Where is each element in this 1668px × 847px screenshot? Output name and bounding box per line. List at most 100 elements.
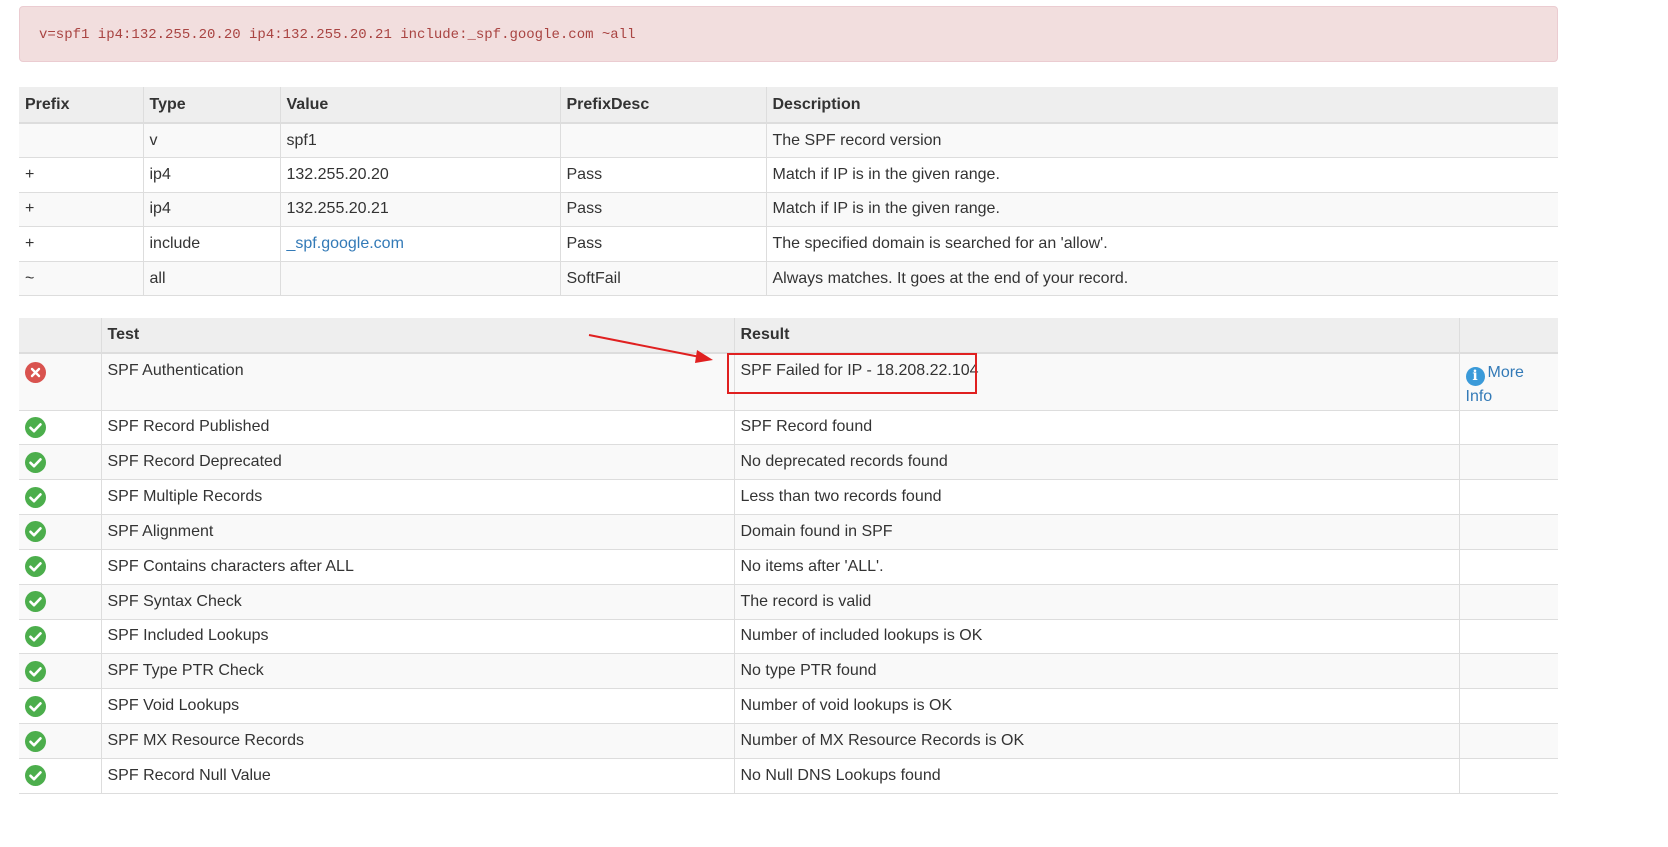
cell-test-result: Number of MX Resource Records is OK <box>733 723 1459 759</box>
header-result: Result <box>733 318 1459 354</box>
check-circle-icon <box>25 416 46 438</box>
cell-test-result: No deprecated records found <box>733 444 1459 481</box>
check-circle-icon <box>25 591 46 613</box>
header-type: Type <box>142 87 280 124</box>
header-description: Description <box>765 87 1558 124</box>
cell-test-name: SPF Multiple Records <box>100 479 734 516</box>
record-row: + include _spf.google.com Pass The speci… <box>19 226 1558 262</box>
cell-type: all <box>142 261 280 297</box>
test-row: SPF Multiple Records Less than two record… <box>19 479 1558 516</box>
record-row: + ip4 132.255.20.21 Pass Match if IP is … <box>19 192 1558 228</box>
cell-info <box>1458 410 1558 446</box>
cell-test-name: SPF MX Resource Records <box>100 723 734 759</box>
check-circle-icon <box>25 521 46 543</box>
cell-info <box>1458 688 1558 725</box>
header-status <box>19 318 101 354</box>
cell-status <box>19 653 101 690</box>
check-circle-icon <box>25 486 46 508</box>
cell-info <box>1458 584 1558 620</box>
cell-prefix-desc: Pass <box>559 226 766 262</box>
spf-record-table: Prefix Type Value PrefixDesc Description… <box>19 87 1558 297</box>
cell-prefix-desc: Pass <box>559 157 766 193</box>
cell-test-name: SPF Record Deprecated <box>100 444 734 481</box>
spf-record-text: v=spf1 ip4:132.255.20.20 ip4:132.255.20.… <box>39 27 636 43</box>
cell-prefix: + <box>19 192 143 228</box>
cell-test-name: SPF Type PTR Check <box>100 653 734 690</box>
check-circle-icon <box>25 730 46 752</box>
test-row: SPF Included Lookups Number of included l… <box>19 619 1558 655</box>
check-circle-icon <box>25 451 46 473</box>
cell-type: ip4 <box>142 192 280 228</box>
spf-record-box: v=spf1 ip4:132.255.20.20 ip4:132.255.20.… <box>19 6 1558 62</box>
cell-test-result: Domain found in SPF <box>733 514 1459 550</box>
record-row: ~ all SoftFail Always matches. It goes a… <box>19 261 1558 297</box>
cell-description: Always matches. It goes at the end of yo… <box>765 261 1558 297</box>
cell-status <box>19 353 101 411</box>
cell-value <box>279 261 560 297</box>
check-circle-icon <box>25 660 46 682</box>
header-prefix: Prefix <box>19 87 143 124</box>
cell-prefix <box>19 123 143 159</box>
more-info-link[interactable]: i More Info <box>1465 364 1524 405</box>
header-value: Value <box>279 87 560 124</box>
test-row: SPF Record Published SPF Record found <box>19 410 1558 446</box>
cell-test-result: The record is valid <box>733 584 1459 620</box>
cell-value: 132.255.20.20 <box>279 157 560 193</box>
cell-status <box>19 479 101 516</box>
cell-value: 132.255.20.21 <box>279 192 560 228</box>
cell-status <box>19 584 101 620</box>
test-row: SPF Record Null Value No Null DNS Lookups… <box>19 758 1558 794</box>
check-circle-icon <box>25 765 46 787</box>
cell-value: spf1 <box>279 123 560 159</box>
test-row: SPF Syntax Check The record is valid <box>19 584 1558 620</box>
cell-prefix-desc: SoftFail <box>559 261 766 297</box>
cell-test-name: SPF Alignment <box>100 514 734 550</box>
header-info <box>1458 318 1558 354</box>
test-row: SPF MX Resource Records Number of MX Reso… <box>19 723 1558 759</box>
cell-status <box>19 549 101 585</box>
test-row: SPF Type PTR Check No type PTR found <box>19 653 1558 690</box>
check-circle-icon <box>25 625 46 647</box>
cell-description: Match if IP is in the given range. <box>765 192 1558 228</box>
cell-status <box>19 723 101 759</box>
test-row: SPF Void Lookups Number of void lookups i… <box>19 688 1558 725</box>
cell-info <box>1458 653 1558 690</box>
cell-test-result: No type PTR found <box>733 653 1459 690</box>
cell-prefix-desc <box>559 123 766 159</box>
cell-test-result: No items after 'ALL'. <box>733 549 1459 585</box>
cell-test-result: SPF Record found <box>733 410 1459 446</box>
test-row: SPF Contains characters after ALL No item… <box>19 549 1558 585</box>
header-test: Test <box>100 318 734 354</box>
cell-info <box>1458 723 1558 759</box>
cell-info <box>1458 444 1558 481</box>
cell-prefix: ~ <box>19 261 143 297</box>
cell-info <box>1458 619 1558 655</box>
record-table-header: Prefix Type Value PrefixDesc Description <box>19 87 1558 124</box>
cell-test-name: SPF Included Lookups <box>100 619 734 655</box>
record-row: + ip4 132.255.20.20 Pass Match if IP is … <box>19 157 1558 193</box>
cell-test-name: SPF Record Published <box>100 410 734 446</box>
cell-prefix: + <box>19 226 143 262</box>
cell-info <box>1458 514 1558 550</box>
cell-status <box>19 514 101 550</box>
cell-test-name: SPF Void Lookups <box>100 688 734 725</box>
cell-status <box>19 619 101 655</box>
check-circle-icon <box>25 695 46 717</box>
cell-status <box>19 410 101 446</box>
cell-status <box>19 758 101 794</box>
error-circle-icon <box>25 362 46 383</box>
info-icon: i <box>1465 367 1485 386</box>
cell-test-result: Number of included lookups is OK <box>733 619 1459 655</box>
include-domain-link[interactable]: _spf.google.com <box>287 235 404 252</box>
cell-description: The SPF record version <box>765 123 1558 159</box>
cell-description: Match if IP is in the given range. <box>765 157 1558 193</box>
cell-test-result: Less than two records found <box>733 479 1459 516</box>
cell-prefix: + <box>19 157 143 193</box>
header-prefix-desc: PrefixDesc <box>559 87 766 124</box>
cell-info <box>1458 758 1558 794</box>
cell-type: v <box>142 123 280 159</box>
cell-type: ip4 <box>142 157 280 193</box>
check-circle-icon <box>25 556 46 578</box>
annotation-highlight-box <box>727 353 977 394</box>
cell-test-name: SPF Authentication <box>100 353 734 411</box>
